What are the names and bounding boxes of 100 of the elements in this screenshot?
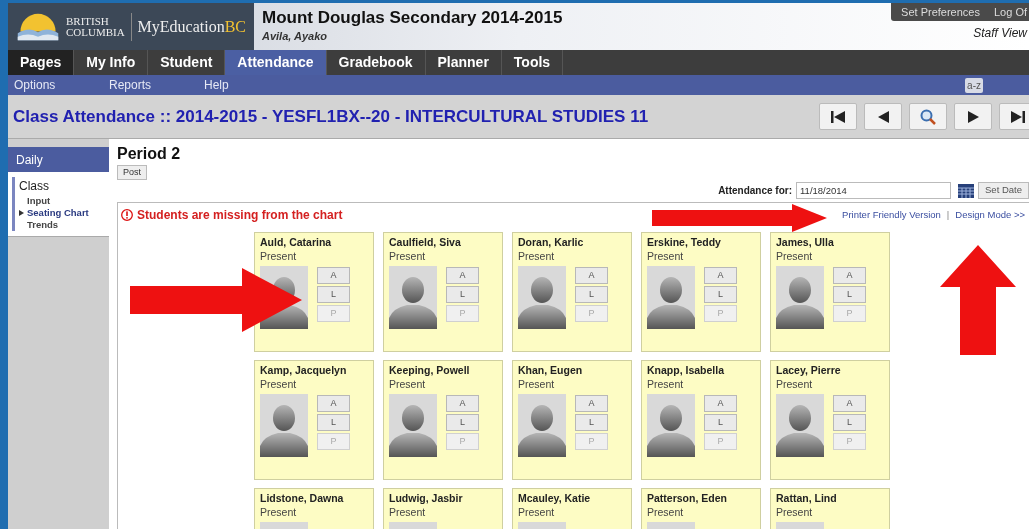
sidebar-heading: Class xyxy=(19,178,50,195)
brand-name: MyEducationBC xyxy=(137,16,246,38)
attendance-status: Present xyxy=(518,249,556,263)
mark-button[interactable]: L xyxy=(446,414,479,431)
student-name: Doran, Karlic xyxy=(518,235,585,249)
triangle-right-icon xyxy=(19,210,24,216)
set-date-button[interactable]: Set Date xyxy=(978,182,1029,199)
attendance-status: Present xyxy=(647,249,685,263)
mark-button[interactable]: L xyxy=(833,414,866,431)
sidebar-item[interactable]: Input xyxy=(27,195,51,207)
mark-button[interactable]: L xyxy=(575,286,608,303)
menu-item[interactable]: Reports xyxy=(103,76,198,94)
student-name: Khan, Eugen xyxy=(518,363,584,377)
mark-button[interactable]: L xyxy=(317,286,350,303)
student-name: Auld, Catarina xyxy=(260,235,333,249)
person-silhouette-icon xyxy=(647,266,695,329)
user-name: Avila, Ayako xyxy=(262,29,328,45)
mark-button[interactable]: L xyxy=(704,414,737,431)
student-name: Caulfield, Siva xyxy=(389,235,462,249)
mark-button[interactable]: L xyxy=(704,286,737,303)
page-title: Class Attendance :: 2014-2015 - YESFL1BX--20 - INTERCULTURAL STUDIES 11 xyxy=(13,105,650,128)
first-record-button[interactable] xyxy=(819,103,857,130)
student-name: Patterson, Eden xyxy=(647,491,728,505)
mark-button[interactable]: A xyxy=(575,395,608,412)
attendance-status: Present xyxy=(260,505,298,519)
nav-tab[interactable]: Pages xyxy=(8,50,75,75)
mark-button[interactable]: A xyxy=(575,267,608,284)
search-button[interactable] xyxy=(909,103,947,130)
printer-friendly-link[interactable]: Printer Friendly Version xyxy=(842,207,941,223)
person-silhouette-icon xyxy=(647,394,695,457)
mark-button[interactable]: A xyxy=(317,395,350,412)
mark-button[interactable]: A xyxy=(446,395,479,412)
mark-button[interactable]: A xyxy=(446,267,479,284)
sidebar-item[interactable]: Trends xyxy=(27,219,59,231)
student-name: Kamp, Jacquelyn xyxy=(260,363,348,377)
menu-item[interactable]: Options xyxy=(8,76,103,94)
view-label: Staff View xyxy=(973,25,1029,42)
period-title: Period 2 xyxy=(117,145,182,163)
attendance-status: Present xyxy=(260,377,298,391)
attendance-status: Present xyxy=(776,249,814,263)
triangle-right-icon xyxy=(967,110,979,123)
sidebar-tab[interactable]: Daily xyxy=(8,147,109,172)
attendance-status: Present xyxy=(389,377,427,391)
mark-button[interactable]: A xyxy=(704,267,737,284)
account-link[interactable]: Log Of xyxy=(993,3,1027,21)
menu-item[interactable]: Help xyxy=(198,76,293,94)
person-silhouette-icon xyxy=(776,394,824,457)
student-name: Lidstone, Dawna xyxy=(260,491,345,505)
person-silhouette-icon xyxy=(260,394,308,457)
nav-tab[interactable]: Attendance xyxy=(225,50,327,75)
attendance-status: Present xyxy=(518,377,556,391)
logo-text: COLUMBIA xyxy=(66,26,125,38)
person-silhouette-icon xyxy=(518,266,566,329)
attendance-status: Present xyxy=(776,505,814,519)
mark-button[interactable]: L xyxy=(317,414,350,431)
mark-button[interactable]: A xyxy=(833,267,866,284)
warning-icon xyxy=(121,209,133,221)
student-name: Rattan, Lind xyxy=(776,491,838,505)
mark-button[interactable]: L xyxy=(833,286,866,303)
person-silhouette-icon xyxy=(776,266,824,329)
date-field[interactable]: 11/18/2014 xyxy=(796,182,952,199)
mark-button[interactable]: L xyxy=(575,414,608,431)
account-link[interactable]: Set Preferences xyxy=(901,3,980,21)
attendance-status: Present xyxy=(647,377,685,391)
sidebar-item[interactable]: Seating Chart xyxy=(27,207,89,219)
attendance-status: Present xyxy=(389,505,427,519)
mark-button[interactable]: A xyxy=(833,395,866,412)
mark-button[interactable]: L xyxy=(446,286,479,303)
calendar-icon[interactable] xyxy=(958,183,975,198)
next-record-button[interactable] xyxy=(954,103,992,130)
attendance-status: Present xyxy=(389,249,427,263)
mark-button[interactable]: A xyxy=(317,267,350,284)
prev-record-button[interactable] xyxy=(864,103,902,130)
student-name: Knapp, Isabella xyxy=(647,363,726,377)
last-record-button[interactable] xyxy=(999,103,1029,130)
warning-message: Students are missing from the chart xyxy=(137,207,343,224)
post-button[interactable]: Post xyxy=(117,165,147,180)
attendance-status: Present xyxy=(260,249,298,263)
attendance-status: Present xyxy=(647,505,685,519)
student-name: James, Ulla xyxy=(776,235,835,249)
attendance-status: Present xyxy=(776,377,814,391)
search-icon xyxy=(920,108,936,125)
date-label: Attendance for: xyxy=(718,184,793,198)
student-name: Mcauley, Katie xyxy=(518,491,592,505)
person-silhouette-icon xyxy=(389,266,437,329)
person-silhouette-icon xyxy=(389,394,437,457)
sun-mountain-logo-icon xyxy=(16,11,60,42)
logo-text: BRITISH xyxy=(66,15,110,27)
sort-chip[interactable]: a-z xyxy=(965,77,983,93)
skip-back-icon xyxy=(831,110,845,123)
student-name: Keeping, Powell xyxy=(389,363,471,377)
student-name: Erskine, Teddy xyxy=(647,235,722,249)
design-mode-link[interactable]: Design Mode >> xyxy=(955,207,1025,223)
student-name: Ludwig, Jasbir xyxy=(389,491,464,505)
person-silhouette-icon xyxy=(518,394,566,457)
student-name: Lacey, Pierre xyxy=(776,363,842,377)
school-title: Mount Douglas Secondary 2014-2015 xyxy=(262,8,564,29)
attendance-status: Present xyxy=(518,505,556,519)
triangle-left-icon xyxy=(877,110,889,123)
mark-button[interactable]: A xyxy=(704,395,737,412)
